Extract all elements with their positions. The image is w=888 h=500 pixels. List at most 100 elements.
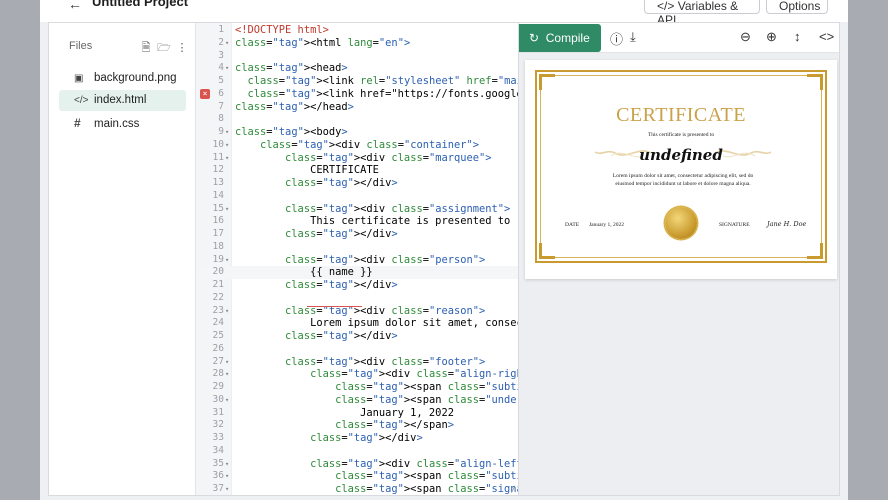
zoom-out-icon[interactable]: ⊖	[740, 29, 751, 45]
code-editor[interactable]: 1 <!DOCTYPE html> 2 ▾ class="tag"><html lang…	[196, 23, 518, 495]
code-line[interactable]: 2 ▾ class="tag"><html lang="en">	[196, 37, 518, 50]
line-number: 29	[212, 381, 224, 392]
fold-caret-icon[interactable]: ▾	[225, 62, 229, 75]
code-line[interactable]: 21 class="tag"></div>	[196, 279, 518, 292]
fold-caret-icon[interactable]: ▾	[225, 458, 229, 471]
line-number: 30	[212, 393, 224, 405]
line-number: 10	[212, 138, 224, 150]
code-line[interactable]: 25 class="tag"></div>	[196, 330, 518, 343]
file-item-main-css[interactable]: # main.css	[59, 112, 186, 133]
line-number: 4	[218, 62, 224, 74]
line-text: class="tag"><div class="align-left">	[310, 457, 518, 470]
refresh-icon: ↻	[529, 31, 540, 45]
error-marker-icon[interactable]: ×	[200, 88, 210, 99]
code-line[interactable]: 27 ▾ class="tag"><div class="footer">	[196, 356, 518, 369]
code-line[interactable]: 9 ▾ class="tag"><body>	[196, 126, 518, 139]
code-line[interactable]: 37▾ class="tag"><span class="signature">	[196, 483, 518, 495]
line-number: 24	[212, 317, 224, 329]
line-number: 16	[212, 215, 224, 227]
code-line[interactable]: 7 class="tag"></head>	[196, 101, 518, 114]
code-line[interactable]: 22	[196, 292, 518, 305]
line-text: class="tag"><span class="subtitle">SIGNA…	[335, 470, 518, 483]
code-line[interactable]: 20 {{ name }}	[196, 266, 518, 279]
code-line[interactable]: 31 January 1, 2022	[196, 407, 518, 420]
line-text: January 1, 2022	[235, 406, 454, 419]
code-line[interactable]: 18	[196, 241, 518, 254]
code-line[interactable]: 6 × class="tag"><link href="https://fonts…	[196, 88, 518, 101]
code-line[interactable]: 36▾ class="tag"><span class="subtitle">S…	[196, 470, 518, 483]
options-button[interactable]: Options	[766, 0, 828, 14]
download-icon[interactable]: ⤓	[630, 29, 636, 45]
fold-caret-icon[interactable]: ▾	[225, 483, 229, 495]
code-line[interactable]: 29 class="tag"><span class="subtitle">DA…	[196, 381, 518, 394]
fold-caret-icon[interactable]: ▾	[225, 368, 229, 381]
expand-vertical-icon[interactable]: ↕	[794, 29, 801, 44]
line-text: class="tag"><div class="container">	[260, 138, 480, 151]
corner-ornament-icon	[539, 243, 555, 259]
file-item-background[interactable]: ▣ background.png	[59, 68, 186, 89]
signature-value: Jane H. Doe	[767, 220, 807, 228]
code-line[interactable]: 3	[196, 50, 518, 63]
line-number: 23	[212, 304, 224, 316]
more-vertical-icon[interactable]: ⋮	[173, 41, 191, 54]
line-text: class="tag"><span class="subtitle">DATEc…	[335, 381, 518, 393]
line-number: 34	[212, 444, 224, 456]
fold-caret-icon[interactable]: ▾	[225, 305, 229, 318]
fold-caret-icon[interactable]: ▾	[225, 37, 229, 50]
code-line[interactable]: 10 ▾ class="tag"><div class="container">	[196, 139, 518, 152]
file-name: background.png	[94, 72, 177, 84]
line-number: 17	[212, 228, 224, 239]
top-bar: ← Untitled Project </> Variables & API O…	[40, 0, 848, 27]
fold-caret-icon[interactable]: ▾	[225, 139, 229, 152]
code-line[interactable]: 4 ▾ class="tag"><head>	[196, 62, 518, 75]
line-number: 2	[218, 36, 224, 48]
back-arrow-icon[interactable]: ←	[68, 0, 82, 12]
variables-api-button[interactable]: </> Variables & API	[644, 0, 760, 27]
code-line[interactable]: 35▾ class="tag"><div class="align-left">	[196, 458, 518, 471]
new-file-icon[interactable]: 🗎	[137, 39, 155, 58]
fold-caret-icon[interactable]: ▾	[225, 254, 229, 267]
code-line[interactable]: 11 ▾ class="tag"><div class="marquee">	[196, 152, 518, 165]
code-line[interactable]: 24 Lorem ipsum dolor sit amet, consectet…	[196, 317, 518, 330]
fold-caret-icon[interactable]: ▾	[225, 126, 229, 139]
line-number: 7	[218, 100, 224, 112]
line-text: class="tag"></div>	[285, 330, 398, 342]
code-line[interactable]: 34	[196, 445, 518, 458]
code-line[interactable]: 15 ▾ class="tag"><div class="assignment">	[196, 203, 518, 216]
line-number: 28	[212, 368, 224, 380]
code-line[interactable]: 1 <!DOCTYPE html>	[196, 24, 518, 37]
compile-button[interactable]: ↻ Compile	[519, 24, 601, 52]
new-folder-icon[interactable]: 🗁	[155, 39, 173, 58]
line-number: 14	[212, 189, 224, 201]
code-line[interactable]: 32 class="tag"></span>	[196, 419, 518, 432]
code-line[interactable]: 33 class="tag"></div>	[196, 432, 518, 445]
code-line[interactable]: 5 class="tag"><link rel="stylesheet" hre…	[196, 75, 518, 88]
certificate-marquee: CERTIFICATE	[616, 104, 746, 126]
code-line[interactable]: 12 CERTIFICATE	[196, 164, 518, 177]
code-line[interactable]: 8	[196, 113, 518, 126]
line-text: Lorem ipsum dolor sit amet, consectetu	[235, 317, 518, 330]
info-icon[interactable]: ⓘ	[610, 29, 623, 48]
code-line[interactable]: 26	[196, 343, 518, 356]
fold-caret-icon[interactable]: ▾	[225, 152, 229, 165]
fold-caret-icon[interactable]: ▾	[225, 394, 229, 407]
fold-caret-icon[interactable]: ▾	[225, 203, 229, 216]
code-view-icon[interactable]: <>	[819, 29, 834, 44]
zoom-in-icon[interactable]: ⊕	[766, 29, 777, 45]
resize-handle-icon[interactable]: ∕	[511, 485, 516, 495]
code-line[interactable]: 30▾ class="tag"><span class="underline">	[196, 394, 518, 407]
code-line[interactable]: 19 ▾ class="tag"><div class="person">	[196, 254, 518, 267]
code-line[interactable]: 16 This certificate is presented to	[196, 215, 518, 228]
line-number: 8	[218, 113, 224, 125]
fold-caret-icon[interactable]: ▾	[225, 356, 229, 369]
code-line[interactable]: 28▾ class="tag"><div class="align-right …	[196, 368, 518, 381]
line-number: 33	[212, 432, 224, 443]
certificate-preview: CERTIFICATE This certificate is presente…	[525, 60, 837, 279]
file-item-index[interactable]: </> index.html	[59, 90, 186, 111]
code-line[interactable]: 17 class="tag"></div>	[196, 228, 518, 241]
fold-caret-icon[interactable]: ▾	[225, 470, 229, 483]
project-title[interactable]: Untitled Project	[92, 0, 188, 9]
code-line[interactable]: 13 class="tag"></div>	[196, 177, 518, 190]
code-line[interactable]: 14	[196, 190, 518, 203]
image-icon: ▣	[74, 73, 84, 84]
